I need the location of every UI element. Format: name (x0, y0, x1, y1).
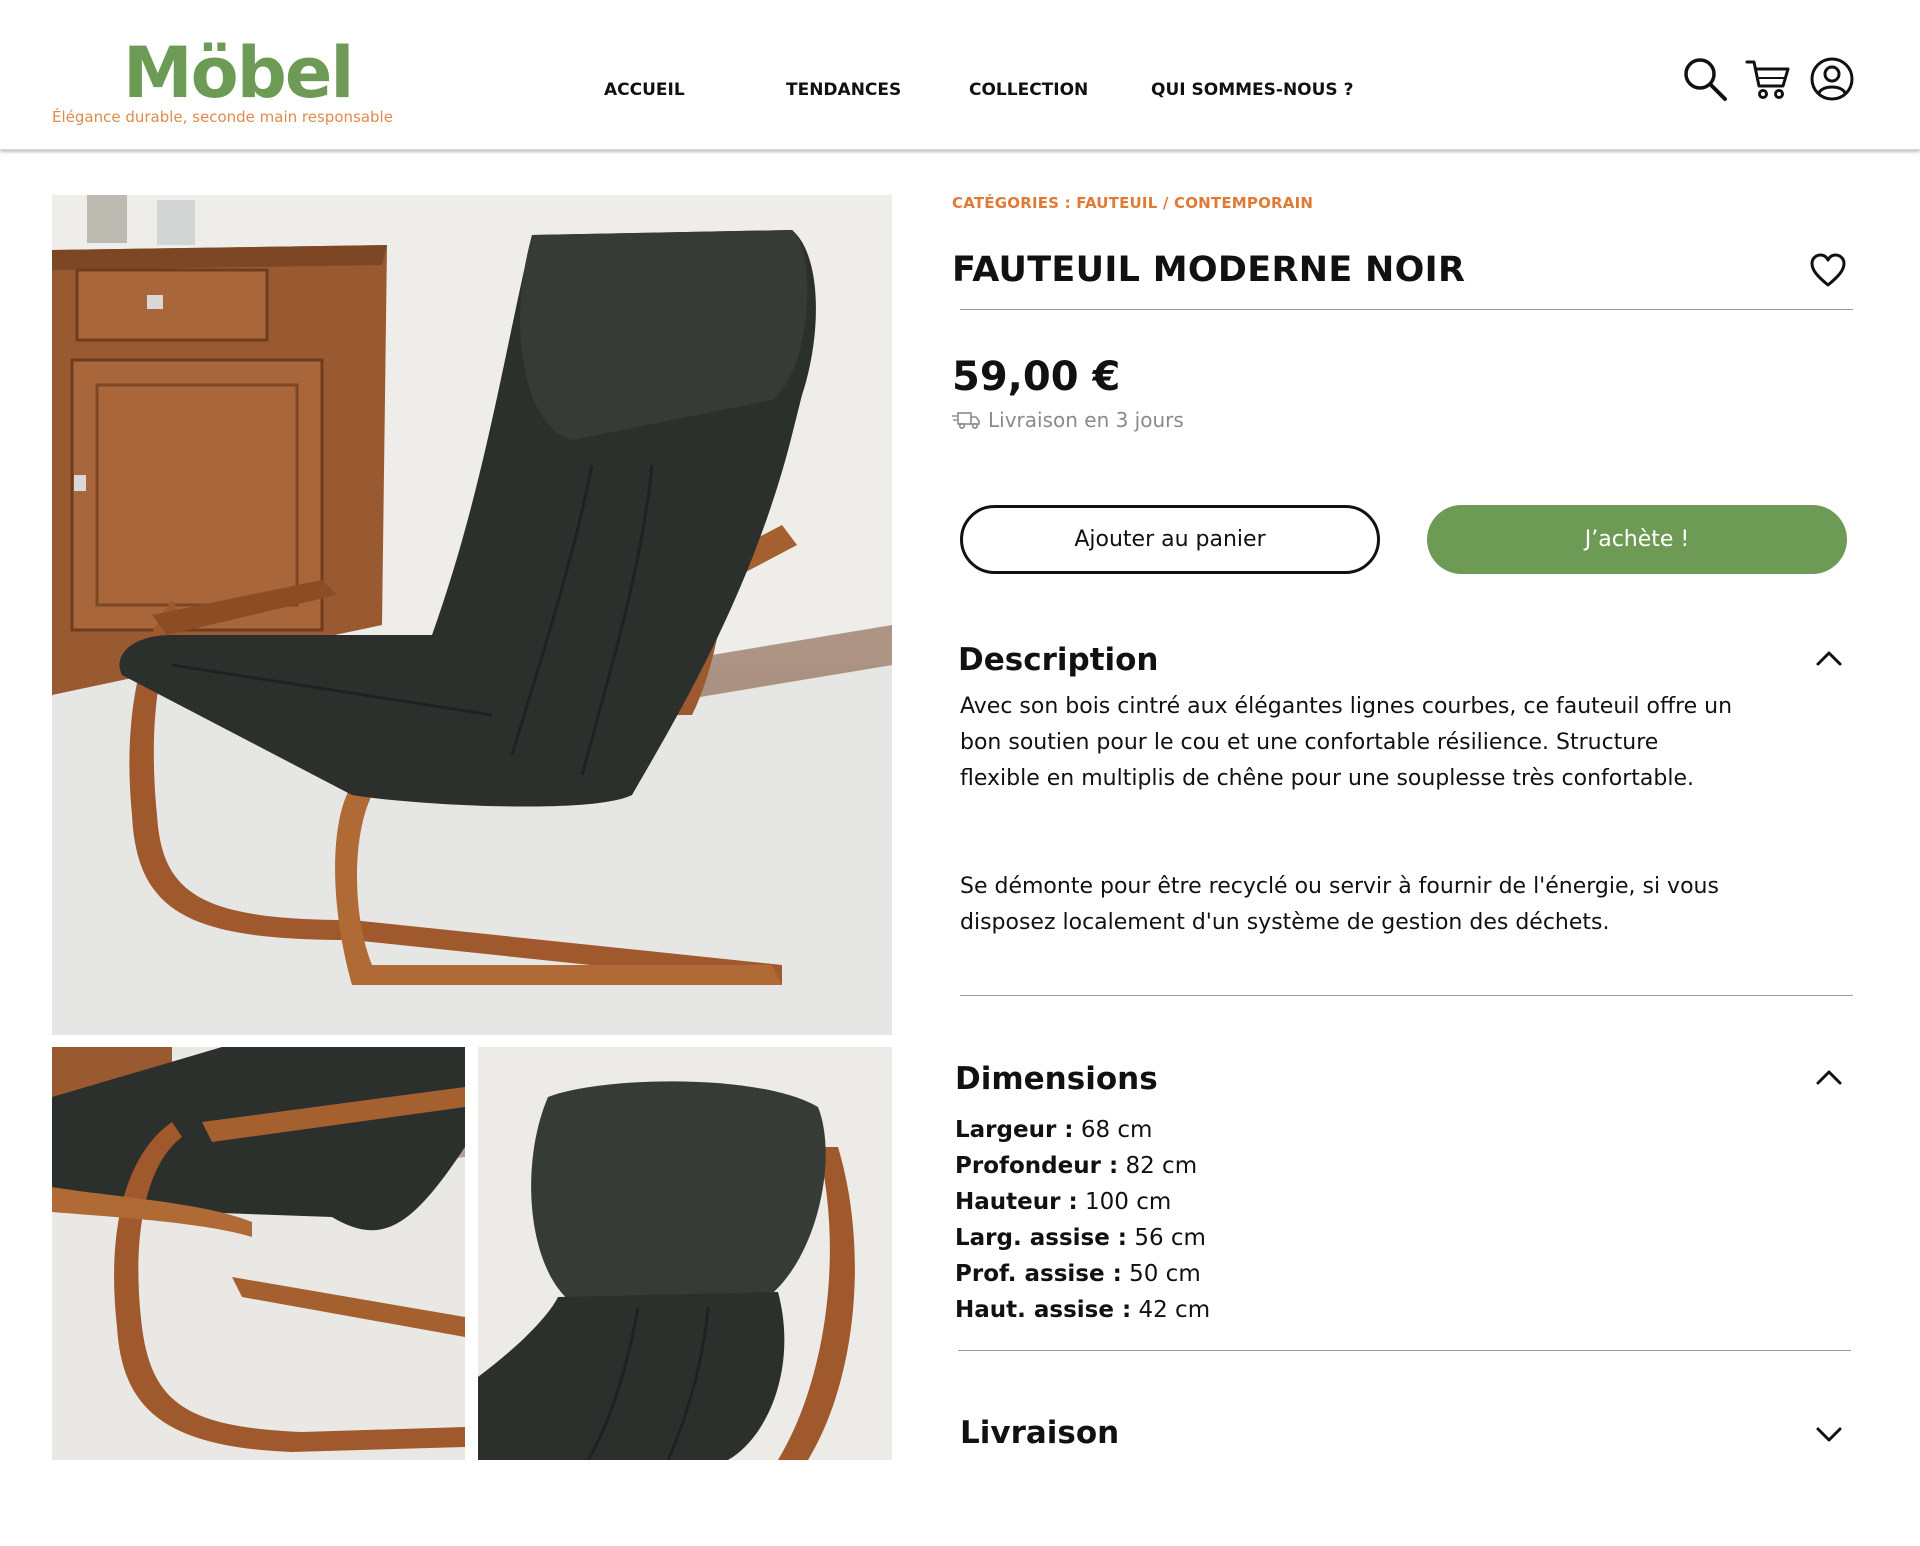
site-tagline: Élégance durable, seconde main responsab… (52, 108, 393, 126)
description-heading[interactable]: Description (958, 642, 1159, 678)
cart-icon[interactable] (1745, 56, 1791, 102)
site-logo[interactable]: Möbel (123, 38, 354, 108)
divider (960, 995, 1853, 996)
buy-now-button[interactable]: J’achète ! (1427, 505, 1847, 574)
product-thumbnail-1[interactable] (52, 1047, 465, 1460)
divider (960, 309, 1853, 310)
dimension-row-hauteur-assise: Haut. assise : 42 cm (955, 1297, 1211, 1323)
dimensions-heading[interactable]: Dimensions (955, 1061, 1158, 1097)
dimension-row-largeur: Largeur : 68 cm (955, 1117, 1153, 1143)
dimension-row-profondeur: Profondeur : 82 cm (955, 1153, 1198, 1179)
account-icon[interactable] (1809, 56, 1855, 102)
chevron-up-icon[interactable] (1814, 648, 1844, 668)
search-icon[interactable] (1682, 56, 1728, 102)
description-paragraph-1: Avec son bois cintré aux élégantes ligne… (960, 694, 1733, 791)
site-header: Möbel Élégance durable, seconde main res… (0, 0, 1920, 150)
nav-item-qui-sommes-nous[interactable]: QUI SOMMES-NOUS ? (1151, 80, 1353, 100)
product-main-image[interactable] (52, 195, 892, 1035)
product-price: 59,00 € (952, 354, 1121, 400)
divider (958, 1350, 1851, 1351)
dimensions-list: Largeur : 68 cm Profondeur : 82 cm Haute… (955, 1112, 1210, 1328)
chevron-up-icon[interactable] (1814, 1067, 1844, 1087)
nav-item-tendances[interactable]: TENDANCES (786, 80, 901, 100)
dimension-row-largeur-assise: Larg. assise : 56 cm (955, 1225, 1206, 1251)
delivery-info: Livraison en 3 jours (952, 408, 1184, 432)
heart-icon[interactable] (1809, 252, 1847, 288)
livraison-heading[interactable]: Livraison (960, 1415, 1119, 1451)
nav-item-accueil[interactable]: ACCUEIL (604, 80, 685, 100)
dimension-row-hauteur: Hauteur : 100 cm (955, 1189, 1172, 1215)
nav-item-collection[interactable]: COLLECTION (969, 80, 1088, 100)
breadcrumb-categories[interactable]: CATÉGORIES : FAUTEUIL / CONTEMPORAIN (952, 194, 1313, 212)
product-thumbnail-2[interactable] (478, 1047, 892, 1460)
add-to-cart-button[interactable]: Ajouter au panier (960, 505, 1380, 574)
description-paragraph-2: Se démonte pour être recyclé ou servir à… (960, 874, 1719, 935)
delivery-text: Livraison en 3 jours (988, 408, 1184, 432)
chevron-down-icon[interactable] (1814, 1424, 1844, 1444)
product-title: FAUTEUIL MODERNE NOIR (952, 250, 1466, 290)
truck-icon (952, 412, 980, 430)
dimension-row-profondeur-assise: Prof. assise : 50 cm (955, 1261, 1201, 1287)
